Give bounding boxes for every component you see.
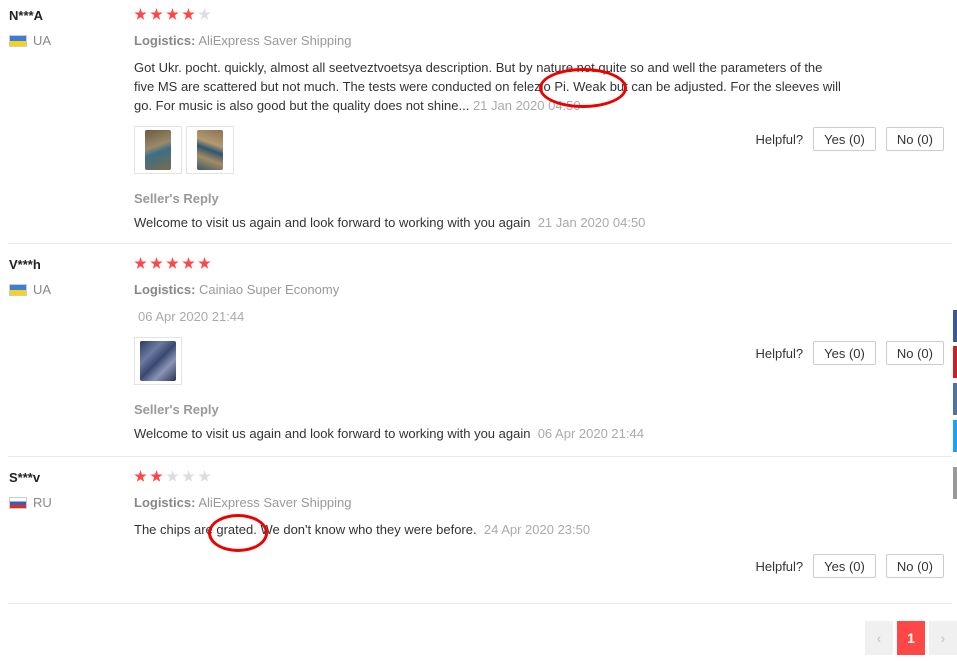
star-empty-icon	[182, 470, 195, 482]
pagination: ‹ 1 ›	[865, 621, 957, 655]
star-filled-icon	[182, 257, 195, 269]
review-photo-thumb[interactable]	[134, 126, 182, 174]
review-text: The chips are grated. We don't know who …	[134, 522, 591, 537]
reviewer-country: RU	[9, 495, 52, 510]
review-date: 06 Apr 2020 21:44	[138, 309, 245, 324]
helpful-no-button[interactable]: No (0)	[885, 554, 944, 578]
helpful-vote: Helpful? Yes (0) No (0)	[755, 554, 944, 578]
flag-icon	[9, 34, 27, 47]
helpful-label: Helpful?	[755, 345, 804, 361]
star-rating	[134, 8, 952, 22]
share-vk-strip[interactable]	[953, 383, 957, 415]
review-text: Got Ukr. pocht. quickly, almost all seet…	[134, 60, 841, 113]
star-filled-icon	[166, 257, 179, 269]
star-filled-icon	[150, 257, 163, 269]
review-photo-thumb[interactable]	[186, 126, 234, 174]
helpful-vote: Helpful? Yes (0) No (0)	[755, 341, 944, 365]
pagination-prev-button[interactable]: ‹	[865, 621, 893, 655]
reviewer-name: N***A	[9, 8, 43, 23]
reviewer-name: S***v	[9, 470, 41, 485]
helpful-label: Helpful?	[755, 558, 804, 574]
helpful-yes-button[interactable]: Yes (0)	[813, 554, 876, 578]
review-item: N***A UA Logistics: AliExpress Saver Shi…	[8, 8, 952, 244]
seller-reply-date: 21 Jan 2020 04:50	[537, 215, 646, 230]
flag-icon	[9, 496, 27, 509]
country-code: UA	[33, 33, 52, 48]
star-empty-icon	[198, 470, 211, 482]
seller-reply: Welcome to visit us again and look forwa…	[134, 426, 644, 441]
logistics-info: Logistics: AliExpress Saver Shipping	[134, 33, 352, 48]
logistics-info: Logistics: Cainiao Super Economy	[134, 282, 340, 297]
star-empty-icon	[198, 8, 211, 20]
helpful-no-button[interactable]: No (0)	[885, 127, 944, 151]
reviewer-name: V***h	[9, 257, 41, 272]
review-photo-thumb[interactable]	[134, 337, 182, 385]
star-filled-icon	[166, 8, 179, 20]
star-filled-icon	[134, 470, 147, 482]
share-twitter-strip[interactable]	[953, 420, 957, 452]
seller-reply: Welcome to visit us again and look forwa…	[134, 215, 646, 230]
star-filled-icon	[134, 257, 147, 269]
seller-reply-date: 06 Apr 2020 21:44	[537, 426, 644, 441]
star-empty-icon	[166, 470, 179, 482]
country-code: RU	[33, 495, 52, 510]
pagination-page-button[interactable]: 1	[897, 621, 925, 655]
helpful-yes-button[interactable]: Yes (0)	[813, 341, 876, 365]
star-rating	[134, 257, 952, 271]
reviewer-country: UA	[9, 33, 51, 48]
review-item: S***v RU Logistics: AliExpress Saver Shi…	[8, 470, 952, 604]
logistics-info: Logistics: AliExpress Saver Shipping	[134, 495, 352, 510]
seller-reply-label: Seller's Reply	[134, 402, 219, 417]
review-text: 06 Apr 2020 21:44	[134, 307, 848, 326]
review-date: 24 Apr 2020 23:50	[483, 522, 591, 537]
pagination-next-button[interactable]: ›	[929, 621, 957, 655]
helpful-yes-button[interactable]: Yes (0)	[813, 127, 876, 151]
review-item: V***h UA Logistics: Cainiao Super Econom…	[8, 257, 952, 457]
star-filled-icon	[150, 470, 163, 482]
star-filled-icon	[198, 257, 211, 269]
country-code: UA	[33, 282, 52, 297]
share-pinterest-strip[interactable]	[953, 346, 957, 378]
helpful-label: Helpful?	[755, 131, 804, 147]
flag-icon	[9, 283, 27, 296]
star-filled-icon	[182, 8, 195, 20]
share-more-strip[interactable]	[953, 467, 957, 499]
helpful-no-button[interactable]: No (0)	[885, 341, 944, 365]
star-rating	[134, 470, 952, 484]
helpful-vote: Helpful? Yes (0) No (0)	[755, 127, 944, 151]
reviewer-country: UA	[9, 282, 51, 297]
review-date: 21 Jan 2020 04:50	[472, 98, 581, 113]
share-facebook-strip[interactable]	[953, 310, 957, 342]
star-filled-icon	[134, 8, 147, 20]
star-filled-icon	[150, 8, 163, 20]
seller-reply-label: Seller's Reply	[134, 191, 219, 206]
